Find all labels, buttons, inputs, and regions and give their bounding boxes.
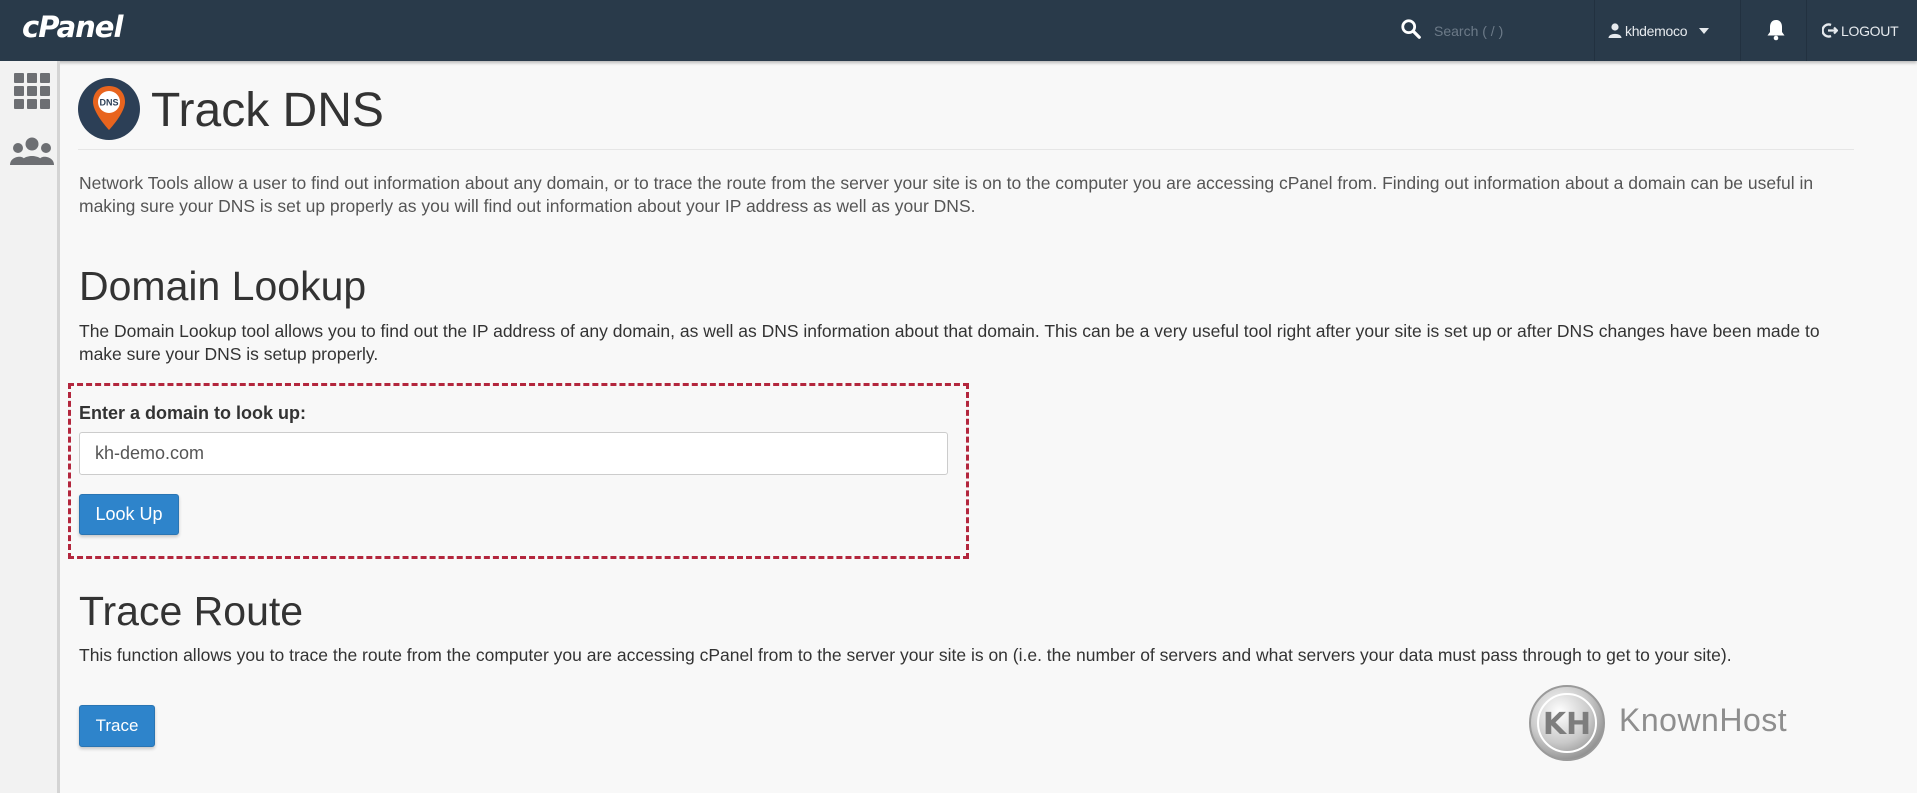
navbar-divider [1806, 0, 1807, 61]
search-icon[interactable] [1400, 18, 1422, 40]
domain-lookup-heading: Domain Lookup [79, 263, 367, 309]
domain-lookup-description: The Domain Lookup tool allows you to fin… [79, 321, 1820, 364]
dns-pin-icon: DNS [78, 78, 140, 140]
apps-grid-icon[interactable] [12, 71, 52, 111]
username-label: khdemoco [1625, 22, 1688, 39]
search-input[interactable] [1434, 19, 1584, 43]
knownhost-logo-text: KH [1543, 707, 1591, 742]
logout-button[interactable]: LOGOUT [1822, 0, 1899, 61]
intro-text: Network Tools allow a user to find out i… [79, 173, 1814, 216]
top-navbar: cPanel khdemoco LOGOUT [0, 0, 1917, 61]
trace-route-description: This function allows you to trace the ro… [79, 645, 1732, 665]
user-icon [1608, 23, 1622, 38]
domain-field-label: Enter a domain to look up: [79, 403, 307, 423]
search-box[interactable] [1400, 16, 1590, 46]
page-header: DNS Track DNS [78, 78, 1854, 150]
knownhost-logo: KH [1529, 685, 1605, 761]
bell-icon[interactable] [1764, 18, 1788, 42]
user-menu[interactable]: khdemoco [1608, 0, 1732, 61]
navbar-divider [1740, 0, 1741, 61]
page-title: Track DNS [151, 84, 384, 137]
logout-label: LOGOUT [1841, 22, 1899, 39]
look-up-button[interactable]: Look Up [79, 494, 179, 535]
knownhost-watermark: KnownHost [1619, 702, 1788, 738]
dns-icon-text: DNS [99, 98, 118, 108]
logout-icon [1822, 23, 1838, 38]
left-sidebar [0, 61, 60, 793]
domain-input[interactable] [79, 432, 948, 475]
cpanel-logo[interactable]: cPanel [22, 10, 123, 44]
navbar-divider [1594, 0, 1595, 61]
caret-down-icon [1699, 27, 1710, 34]
trace-route-heading: Trace Route [79, 588, 304, 634]
users-icon[interactable] [10, 135, 54, 175]
trace-button[interactable]: Trace [79, 705, 155, 747]
